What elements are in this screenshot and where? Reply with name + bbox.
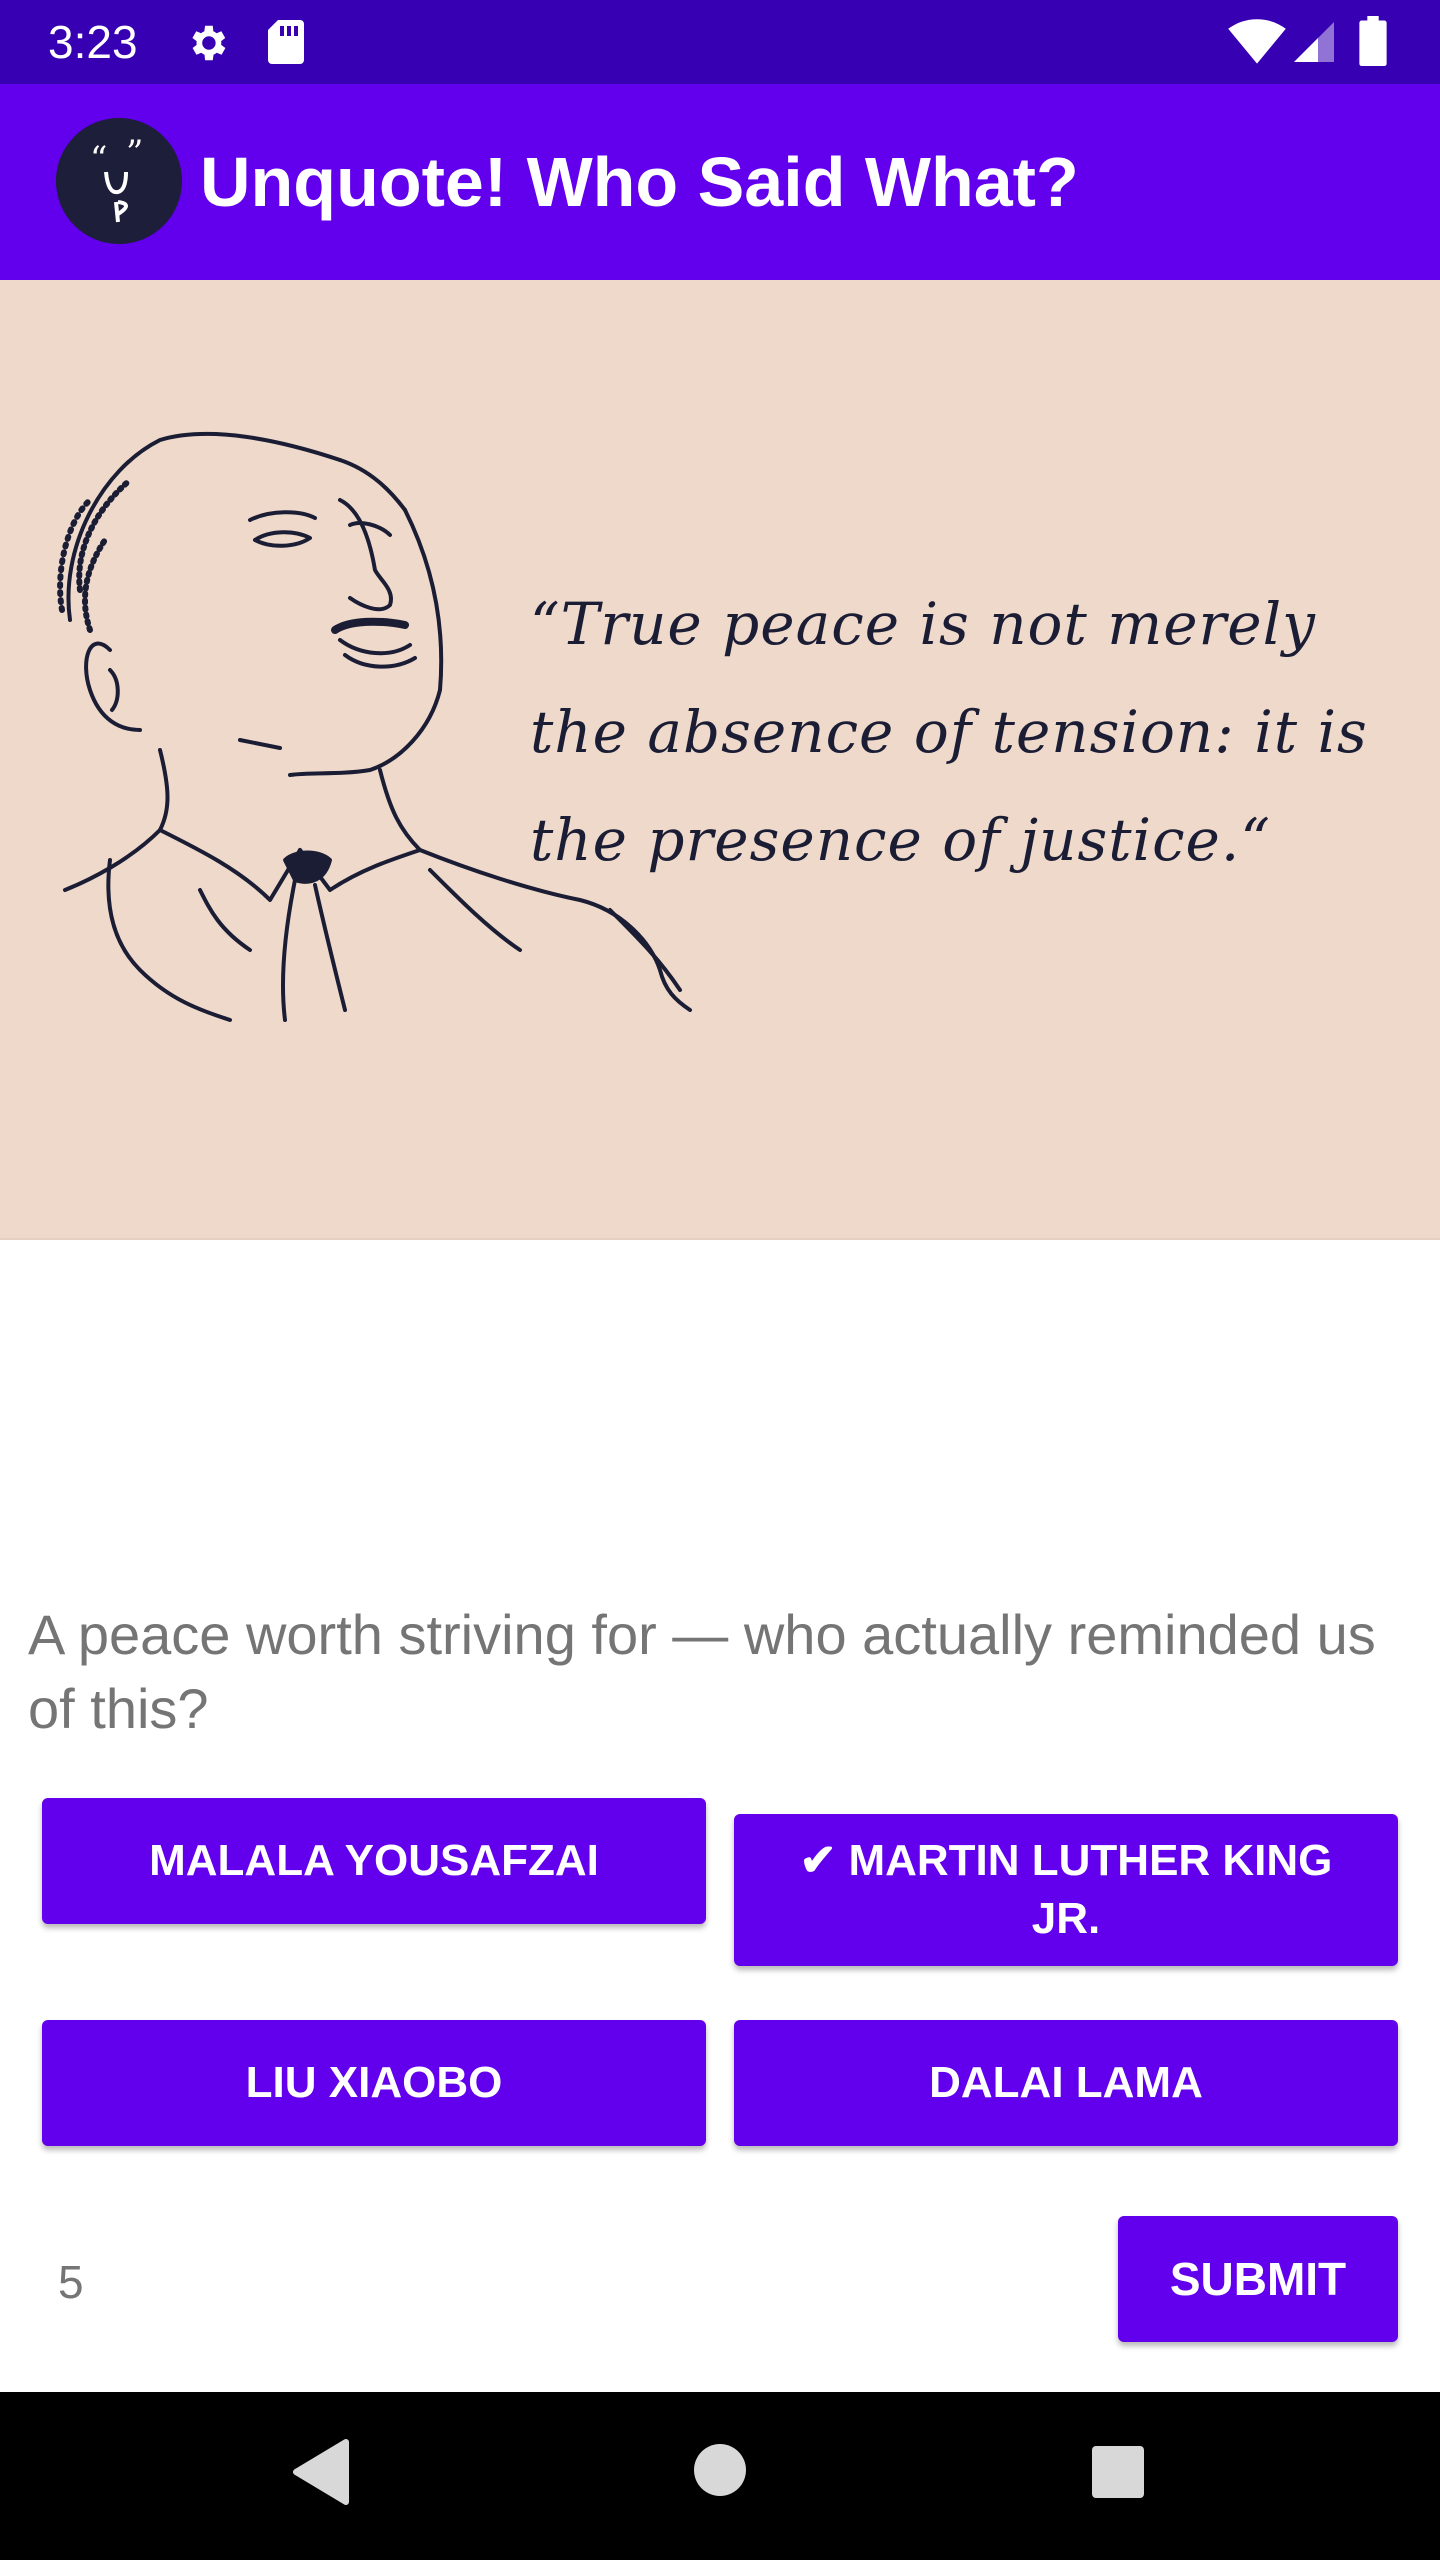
checkmark-icon: ✔ <box>799 1836 837 1885</box>
screen: 3:23 “ ” Unquote! Who Said What? “True p… <box>0 0 1440 2560</box>
answer-label: MALALA YOUSAFZAI <box>149 1836 599 1885</box>
back-icon[interactable] <box>290 2438 350 2506</box>
quote-image: “True peace is not merely the absence of… <box>0 280 1440 1240</box>
answer-button-4[interactable]: DALAI LAMA <box>734 2020 1398 2146</box>
question-text: A peace worth striving for — who actuall… <box>28 1603 1376 1740</box>
navigation-bar <box>0 2392 1440 2560</box>
recents-icon[interactable] <box>1090 2444 1146 2500</box>
sd-card-icon <box>268 20 304 64</box>
quote-text: “True peace is not merely the absence of… <box>530 590 1368 874</box>
answer-label: ✔ MARTIN LUTHER KING JR. <box>764 1832 1368 1948</box>
answer-button-3[interactable]: LIU XIAOBO <box>42 2020 706 2146</box>
gear-icon <box>192 25 226 61</box>
app-bar: “ ” Unquote! Who Said What? <box>0 84 1440 280</box>
answer-label: LIU XIAOBO <box>245 2058 503 2107</box>
submit-button[interactable]: SUBMIT <box>1118 2216 1398 2342</box>
unquote-logo-icon: “ ” <box>56 118 182 244</box>
status-bar: 3:23 <box>0 0 1440 84</box>
signal-icon <box>1294 22 1334 62</box>
battery-icon <box>1359 16 1387 66</box>
answer-label: DALAI LAMA <box>929 2058 1203 2107</box>
app-title: Unquote! Who Said What? <box>200 143 1079 221</box>
home-icon[interactable] <box>692 2442 748 2498</box>
score-counter: 5 <box>58 2256 84 2308</box>
answer-button-1[interactable]: MALALA YOUSAFZAI <box>42 1798 706 1924</box>
svg-text:”: ” <box>126 133 143 173</box>
answer-label-text: MARTIN LUTHER KING JR. <box>848 1836 1333 1943</box>
answer-button-2[interactable]: ✔ MARTIN LUTHER KING JR. <box>734 1814 1398 1966</box>
wifi-icon <box>1228 19 1286 64</box>
status-time: 3:23 <box>48 16 138 68</box>
